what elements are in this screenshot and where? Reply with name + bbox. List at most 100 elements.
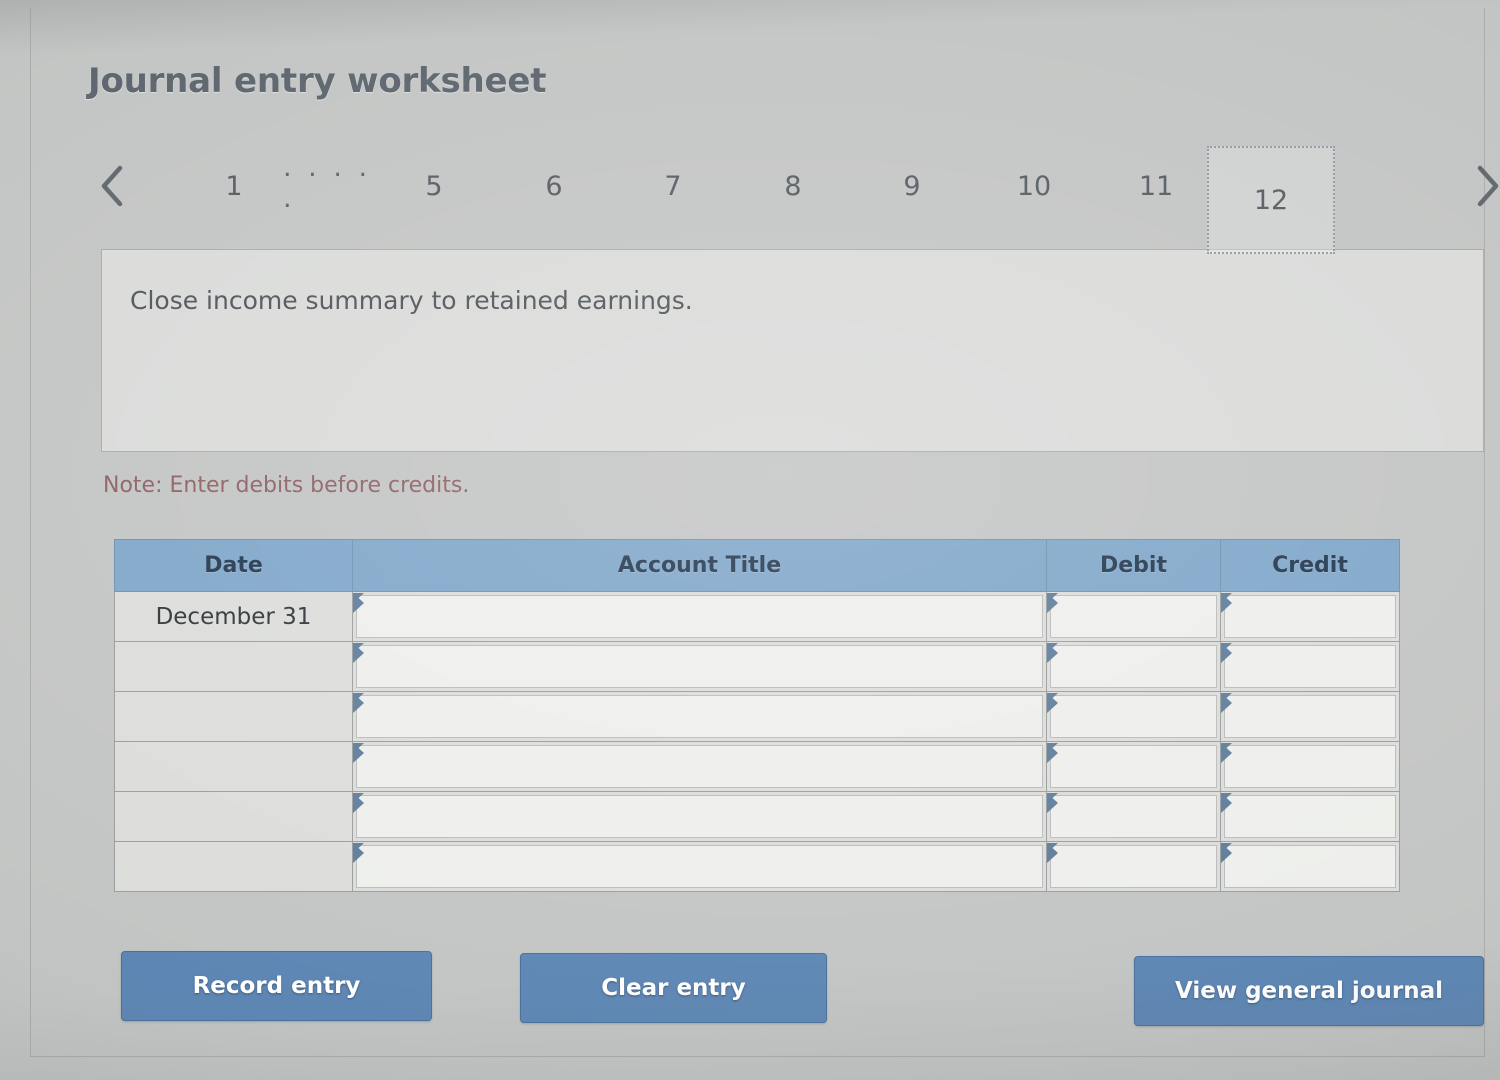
debit-cell[interactable]: [1046, 741, 1221, 792]
next-page-button[interactable]: [1463, 148, 1500, 224]
pagination-item-7[interactable]: 7: [649, 148, 697, 224]
account-title-input[interactable]: [356, 795, 1043, 838]
account-title-cell[interactable]: [352, 691, 1047, 742]
credit-cell[interactable]: [1220, 691, 1400, 742]
date-cell[interactable]: [114, 741, 353, 792]
dropdown-flag-icon: [1221, 643, 1232, 663]
credit-input[interactable]: [1224, 795, 1396, 838]
date-cell[interactable]: [114, 691, 353, 742]
debit-cell[interactable]: [1046, 641, 1221, 692]
debit-input[interactable]: [1050, 645, 1217, 688]
date-cell[interactable]: [114, 791, 353, 842]
account-title-cell[interactable]: [352, 791, 1047, 842]
pagination-item-11[interactable]: 11: [1127, 148, 1185, 224]
pagination-label: 5: [425, 170, 443, 202]
pagination-label: 8: [784, 170, 802, 202]
pagination-ellipsis-label: . . . . .: [283, 152, 372, 214]
debit-input[interactable]: [1050, 795, 1217, 838]
table-row: December 31: [114, 591, 1400, 642]
debit-input[interactable]: [1050, 845, 1217, 888]
dropdown-flag-icon: [1221, 743, 1232, 763]
dropdown-flag-icon: [353, 643, 364, 663]
credit-input[interactable]: [1224, 645, 1396, 688]
dropdown-flag-icon: [1047, 593, 1058, 613]
table-row: [114, 791, 1400, 842]
debit-cell[interactable]: [1046, 841, 1221, 892]
debit-input[interactable]: [1050, 595, 1217, 638]
account-title-input[interactable]: [356, 695, 1043, 738]
pagination-item-12-selected[interactable]: 12: [1207, 146, 1335, 254]
credit-input[interactable]: [1224, 845, 1396, 888]
account-title-input[interactable]: [356, 595, 1043, 638]
date-cell[interactable]: [114, 641, 353, 692]
table-row: [114, 841, 1400, 892]
chevron-right-icon: [1474, 165, 1500, 207]
column-header-debit: Debit: [1046, 539, 1221, 592]
credit-cell[interactable]: [1220, 791, 1400, 842]
transaction-prompt-text: Close income summary to retained earning…: [130, 286, 693, 315]
pagination-item-9[interactable]: 9: [888, 148, 936, 224]
debit-cell[interactable]: [1046, 791, 1221, 842]
table-row: [114, 691, 1400, 742]
pagination-label: 11: [1138, 170, 1174, 202]
column-header-date: Date: [114, 539, 353, 592]
account-title-input[interactable]: [356, 845, 1043, 888]
credit-cell[interactable]: [1220, 841, 1400, 892]
dropdown-flag-icon: [1047, 743, 1058, 763]
dropdown-flag-icon: [1047, 693, 1058, 713]
column-header-account-title: Account Title: [352, 539, 1047, 592]
account-title-input[interactable]: [356, 745, 1043, 788]
previous-page-button[interactable]: [88, 148, 136, 224]
table-header-row: Date Account Title Debit Credit: [114, 539, 1400, 592]
dropdown-flag-icon: [353, 743, 364, 763]
pagination-item-1[interactable]: 1: [210, 148, 258, 224]
pagination-ellipsis: . . . . .: [283, 148, 379, 224]
account-title-input[interactable]: [356, 645, 1043, 688]
dropdown-flag-icon: [1047, 643, 1058, 663]
credit-input[interactable]: [1224, 695, 1396, 738]
dropdown-flag-icon: [353, 843, 364, 863]
pagination-item-5[interactable]: 5: [410, 148, 458, 224]
view-general-journal-button[interactable]: View general journal: [1134, 956, 1484, 1026]
pagination-item-10[interactable]: 10: [1005, 148, 1063, 224]
dropdown-flag-icon: [353, 593, 364, 613]
column-header-credit: Credit: [1220, 539, 1400, 592]
dropdown-flag-icon: [1221, 843, 1232, 863]
debit-input[interactable]: [1050, 695, 1217, 738]
account-title-cell[interactable]: [352, 641, 1047, 692]
debit-input[interactable]: [1050, 745, 1217, 788]
record-entry-button[interactable]: Record entry: [121, 951, 432, 1021]
debit-cell[interactable]: [1046, 691, 1221, 742]
date-cell[interactable]: [114, 841, 353, 892]
pagination-bar: 1 . . . . . 5 6 7 8 9 10 11 12: [88, 146, 1500, 254]
pagination-item-6[interactable]: 6: [530, 148, 578, 224]
table-row: [114, 741, 1400, 792]
pagination-label: 12: [1253, 184, 1289, 216]
debit-cell[interactable]: [1046, 591, 1221, 642]
account-title-cell[interactable]: [352, 841, 1047, 892]
credit-cell[interactable]: [1220, 591, 1400, 642]
credit-cell[interactable]: [1220, 741, 1400, 792]
dropdown-flag-icon: [1221, 793, 1232, 813]
application-frame: Journal entry worksheet 1 . . . . . 5 6 …: [30, 8, 1499, 1057]
date-cell[interactable]: December 31: [114, 591, 353, 642]
dropdown-flag-icon: [353, 793, 364, 813]
credit-input[interactable]: [1224, 595, 1396, 638]
credit-input[interactable]: [1224, 745, 1396, 788]
credit-cell[interactable]: [1220, 641, 1400, 692]
account-title-cell[interactable]: [352, 591, 1047, 642]
account-title-cell[interactable]: [352, 741, 1047, 792]
pagination-label: 9: [903, 170, 921, 202]
clear-entry-button[interactable]: Clear entry: [520, 953, 827, 1023]
pagination-label: 7: [664, 170, 682, 202]
chevron-left-icon: [99, 165, 125, 207]
page-title: Journal entry worksheet: [88, 61, 547, 101]
dropdown-flag-icon: [1221, 693, 1232, 713]
pagination-label: 1: [225, 170, 243, 202]
pagination-label: 10: [1016, 170, 1052, 202]
pagination-item-8[interactable]: 8: [769, 148, 817, 224]
transaction-prompt-panel: Close income summary to retained earning…: [101, 249, 1484, 452]
table-row: [114, 641, 1400, 692]
journal-entry-table: Date Account Title Debit Credit December…: [114, 539, 1400, 892]
pagination-label: 6: [545, 170, 563, 202]
